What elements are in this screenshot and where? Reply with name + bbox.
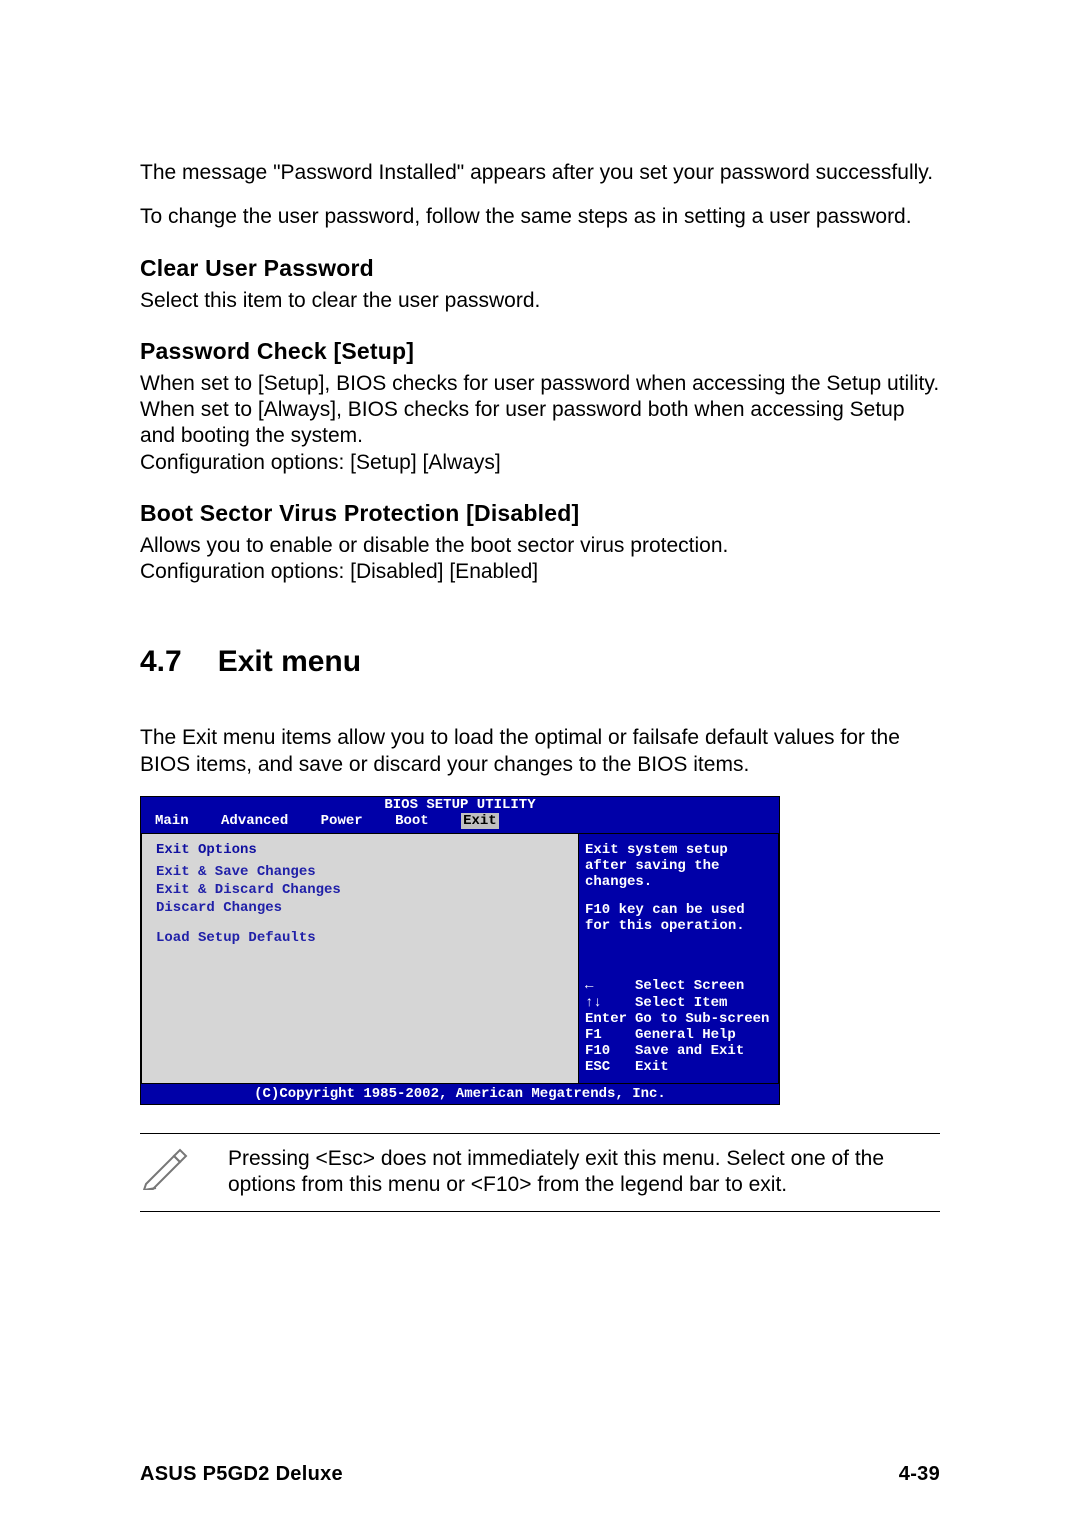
section-title: 4.7 Exit menu [140, 645, 940, 679]
boot-sector-body-1: Allows you to enable or disable the boot… [140, 533, 940, 559]
password-check-body-2: Configuration options: [Setup] [Always] [140, 450, 940, 476]
bios-item-discard-exit[interactable]: Exit & Discard Changes [156, 882, 564, 898]
legend-key-f10: F10 [585, 1043, 635, 1059]
note-text: Pressing <Esc> does not immediately exit… [228, 1146, 940, 1199]
bios-tab-boot[interactable]: Boot [395, 813, 429, 829]
legend-label-exit: Exit [635, 1059, 669, 1075]
bios-screen: BIOS SETUP UTILITY Main Advanced Power B… [140, 796, 780, 1105]
footer-page-number: 4-39 [899, 1463, 940, 1486]
section-number: 4.7 [140, 645, 182, 679]
heading-boot-sector: Boot Sector Virus Protection [Disabled] [140, 500, 940, 527]
bios-help-1: Exit system setup after saving the chang… [585, 842, 772, 890]
legend-key-f1: F1 [585, 1027, 635, 1043]
boot-sector-body-2: Configuration options: [Disabled] [Enabl… [140, 559, 940, 585]
legend-label-subscreen: Go to Sub-screen [635, 1011, 769, 1027]
bios-item-discard[interactable]: Discard Changes [156, 900, 564, 916]
note-pencil-icon [140, 1146, 192, 1190]
clear-user-password-body: Select this item to clear the user passw… [140, 288, 940, 314]
bios-tabs: Main Advanced Power Boot Exit [141, 813, 779, 833]
legend-key-left: ← [585, 978, 635, 994]
legend-key-updown: ↑↓ [585, 995, 635, 1011]
legend-key-enter: Enter [585, 1011, 635, 1027]
section-name: Exit menu [218, 645, 361, 678]
legend-label-select-item: Select Item [635, 995, 727, 1011]
page: The message "Password Installed" appears… [0, 0, 1080, 1528]
bios-help-2: F10 key can be used for this operation. [585, 902, 772, 934]
exit-menu-intro: The Exit menu items allow you to load th… [140, 725, 940, 778]
page-footer: ASUS P5GD2 Deluxe 4-39 [140, 1463, 940, 1486]
bios-help: Exit system setup after saving the chang… [585, 842, 772, 934]
bios-copyright: (C)Copyright 1985-2002, American Megatre… [141, 1084, 779, 1104]
footer-product: ASUS P5GD2 Deluxe [140, 1463, 343, 1486]
bios-item-save[interactable]: Exit & Save Changes [156, 864, 564, 880]
bios-body: Exit Options Exit & Save Changes Exit & … [141, 833, 779, 1084]
bios-title: BIOS SETUP UTILITY [141, 797, 779, 813]
bios-item-load-defaults[interactable]: Load Setup Defaults [156, 930, 564, 946]
bios-legend: ←Select Screen ↑↓Select Item EnterGo to … [585, 978, 772, 1075]
bios-tab-exit[interactable]: Exit [461, 813, 499, 829]
note-box: Pressing <Esc> does not immediately exit… [140, 1133, 940, 1212]
bios-tab-power[interactable]: Power [321, 813, 363, 829]
legend-label-help: General Help [635, 1027, 736, 1043]
bios-left-header: Exit Options [156, 842, 564, 858]
legend-label-save-exit: Save and Exit [635, 1043, 744, 1059]
bios-left-panel: Exit Options Exit & Save Changes Exit & … [141, 833, 579, 1084]
legend-label-select-screen: Select Screen [635, 978, 744, 994]
bios-right-panel: Exit system setup after saving the chang… [579, 833, 779, 1084]
legend-key-esc: ESC [585, 1059, 635, 1075]
heading-password-check: Password Check [Setup] [140, 338, 940, 365]
intro-para-1: The message "Password Installed" appears… [140, 160, 940, 186]
heading-clear-user-password: Clear User Password [140, 255, 940, 282]
password-check-body-1: When set to [Setup], BIOS checks for use… [140, 371, 940, 450]
bios-tab-advanced[interactable]: Advanced [221, 813, 288, 829]
intro-para-2: To change the user password, follow the … [140, 204, 940, 230]
bios-tab-main[interactable]: Main [155, 813, 189, 829]
